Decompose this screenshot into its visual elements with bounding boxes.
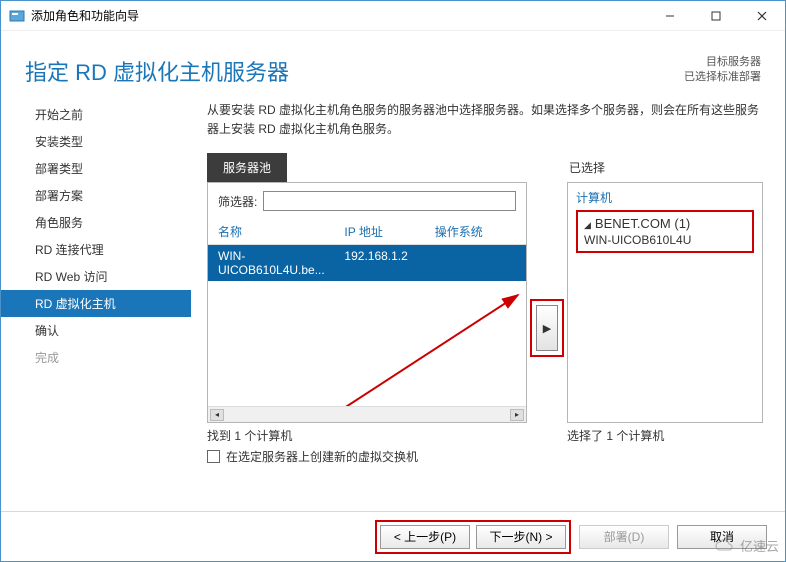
sidebar-item-5[interactable]: RD 连接代理	[1, 236, 191, 263]
selected-column: 已选择 计算机 ◢BENET.COM (1) WIN-UICOB610L4U	[567, 153, 763, 423]
col-name[interactable]: 名称	[218, 223, 344, 240]
sidebar-item-6[interactable]: RD Web 访问	[1, 263, 191, 290]
scroll-left-icon[interactable]: ◂	[210, 409, 224, 421]
computer-link[interactable]: 计算机	[576, 189, 754, 206]
domain-node[interactable]: ◢BENET.COM (1)	[584, 216, 746, 231]
selected-highlight: ◢BENET.COM (1) WIN-UICOB610L4U	[576, 210, 754, 253]
server-pool-column: 服务器池 筛选器: 名称 IP 地址 操作系统	[207, 153, 527, 423]
wizard-window: 添加角色和功能向导 指定 RD 虚拟化主机服务器 目标服务器 已选择标准部署 开…	[0, 0, 786, 562]
previous-button[interactable]: < 上一步(P)	[380, 525, 470, 549]
chevron-right-icon: ▶	[543, 322, 551, 335]
window-controls	[647, 1, 785, 30]
found-count: 找到 1 个计算机	[207, 427, 503, 444]
main-panel: 从要安装 RD 虚拟化主机角色服务的服务器池中选择服务器。如果选择多个服务器，则…	[191, 95, 785, 511]
close-button[interactable]	[739, 1, 785, 30]
server-row[interactable]: WIN-UICOB610L4U.be... 192.168.1.2	[208, 245, 526, 281]
sidebar-item-0[interactable]: 开始之前	[1, 101, 191, 128]
create-vswitch-checkbox[interactable]	[207, 450, 220, 463]
maximize-button[interactable]	[693, 1, 739, 30]
sidebar-item-7[interactable]: RD 虚拟化主机	[1, 290, 191, 317]
add-server-button[interactable]: ▶	[536, 305, 558, 351]
wizard-sidebar: 开始之前安装类型部署类型部署方案角色服务RD 连接代理RD Web 访问RD 虚…	[1, 95, 191, 511]
server-manager-icon	[9, 8, 25, 24]
nav-highlight: < 上一步(P) 下一步(N) >	[375, 520, 571, 554]
selected-count: 选择了 1 个计算机	[567, 427, 763, 465]
annotation-arrow	[308, 275, 526, 406]
status-target: 目标服务器	[684, 55, 761, 70]
status-deployment: 已选择标准部署	[684, 70, 761, 85]
status-block: 目标服务器 已选择标准部署	[684, 55, 761, 86]
row-ip: 192.168.1.2	[344, 249, 434, 277]
selected-header: 已选择	[567, 153, 763, 182]
cloud-icon	[714, 539, 736, 553]
filter-input[interactable]	[263, 191, 516, 211]
grid-header: 名称 IP 地址 操作系统	[208, 219, 526, 245]
sidebar-item-2[interactable]: 部署类型	[1, 155, 191, 182]
wizard-footer: < 上一步(P) 下一步(N) > 部署(D) 取消	[1, 511, 785, 561]
transfer-highlight: ▶	[530, 299, 564, 357]
minimize-button[interactable]	[647, 1, 693, 30]
col-os[interactable]: 操作系统	[435, 223, 516, 240]
sidebar-item-4[interactable]: 角色服务	[1, 209, 191, 236]
col-ip[interactable]: IP 地址	[344, 223, 434, 240]
sidebar-item-8[interactable]: 确认	[1, 317, 191, 344]
row-os	[435, 249, 516, 277]
sidebar-item-1[interactable]: 安装类型	[1, 128, 191, 155]
window-title: 添加角色和功能向导	[31, 7, 647, 24]
sidebar-item-9: 完成	[1, 344, 191, 371]
deploy-button: 部署(D)	[579, 525, 669, 549]
row-name: WIN-UICOB610L4U.be...	[218, 249, 344, 277]
next-button[interactable]: 下一步(N) >	[476, 525, 566, 549]
page-title: 指定 RD 虚拟化主机服务器	[25, 55, 289, 87]
selected-server[interactable]: WIN-UICOB610L4U	[584, 233, 746, 247]
create-vswitch-label: 在选定服务器上创建新的虚拟交换机	[226, 448, 418, 465]
grid-body: WIN-UICOB610L4U.be... 192.168.1.2	[208, 245, 526, 406]
instruction-text: 从要安装 RD 虚拟化主机角色服务的服务器池中选择服务器。如果选择多个服务器，则…	[207, 101, 763, 139]
filter-label: 筛选器:	[218, 193, 257, 210]
sidebar-item-3[interactable]: 部署方案	[1, 182, 191, 209]
watermark: 亿速云	[714, 536, 779, 555]
titlebar: 添加角色和功能向导	[1, 1, 785, 31]
create-vswitch-row[interactable]: 在选定服务器上创建新的虚拟交换机	[207, 448, 503, 465]
collapse-icon: ◢	[584, 220, 591, 231]
horizontal-scrollbar[interactable]: ◂ ▸	[208, 406, 526, 422]
scroll-right-icon[interactable]: ▸	[510, 409, 524, 421]
server-pool-tab[interactable]: 服务器池	[207, 153, 287, 182]
